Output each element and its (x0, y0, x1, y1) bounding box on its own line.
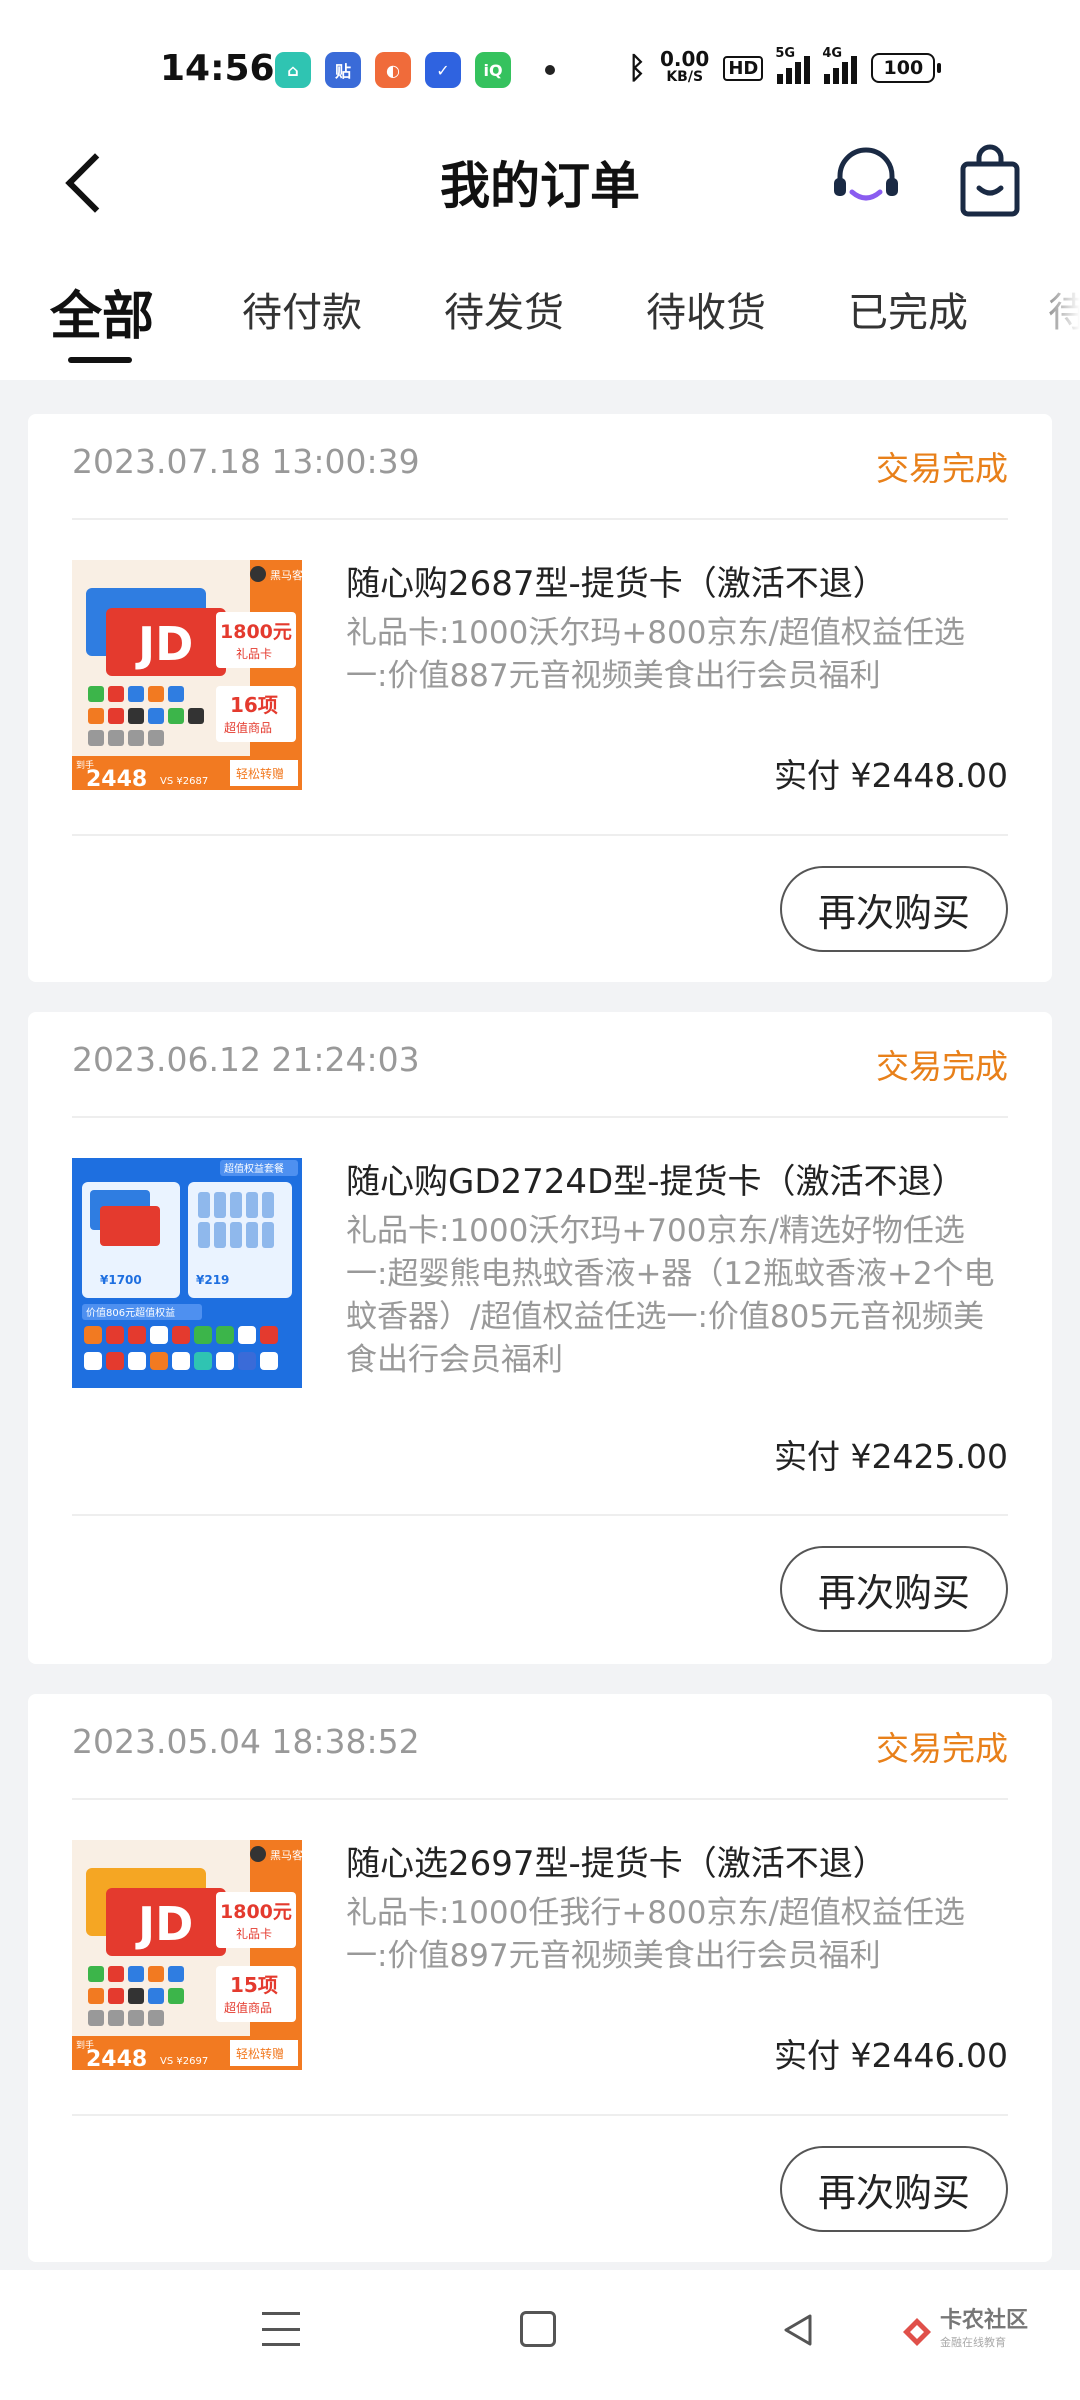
watermark-subtext: 金融在线教育 (940, 2336, 1006, 2349)
thumb-slogan: 轻松转赠 (236, 766, 284, 781)
thumb-vs: VS ¥2687 (160, 776, 208, 787)
status-time: 14:56 (160, 48, 275, 89)
tab-all[interactable]: 全部 (50, 274, 154, 349)
shopping-bag-icon[interactable] (955, 142, 1025, 222)
home-icon[interactable] (520, 2311, 556, 2347)
battery-icon: 100 (871, 53, 942, 83)
divider (72, 1514, 1008, 1516)
svg-text:JD: JD (135, 617, 193, 671)
thumb-tag: 超值权益套餐 (224, 1162, 284, 1175)
thumb-card-amount: 1800元 (220, 1901, 292, 1923)
watermark: 卡农社区 金融在线教育 (900, 2310, 1028, 2354)
product-name[interactable]: 随心购2687型-提货卡（激活不退） (346, 556, 887, 605)
order-card[interactable]: 2023.06.12 21:24:03 交易完成 超值权益套餐 ¥1700 ¥2… (28, 1012, 1052, 1664)
thumb-count: 15项 (230, 1973, 278, 1997)
order-status: 交易完成 (876, 1729, 1008, 1768)
customer-service-icon[interactable] (826, 140, 906, 220)
divider (72, 834, 1008, 836)
home-app-icon: ⌂ (275, 52, 311, 88)
amount-paid: 实付 ¥2448.00 (774, 756, 1008, 795)
system-navigation-bar: 卡农社区 金融在线教育 (0, 2270, 1080, 2400)
thumb-card-amount: 1800元 (220, 621, 292, 643)
order-date: 2023.07.18 13:00:39 (72, 442, 420, 481)
thumb-price: 2448 (86, 2047, 147, 2070)
tabs-fade (1020, 240, 1080, 380)
iqiyi-app-icon: iQ (475, 52, 511, 88)
hd-icon: HD (723, 55, 764, 81)
svg-text:JD: JD (135, 1897, 193, 1951)
divider (72, 2114, 1008, 2116)
buy-again-button[interactable]: 再次购买 (780, 1546, 1008, 1632)
thumb-card-label: 礼品卡 (236, 1926, 272, 1941)
bluetooth-icon: ᛒ (628, 50, 646, 86)
network-speed-value: 0.00 (660, 47, 710, 71)
product-thumbnail[interactable]: 超值权益套餐 ¥1700 ¥219 价值806元超值权益 (72, 1158, 302, 1388)
signal-5g-icon: 5G (775, 46, 811, 84)
order-card[interactable]: 2023.05.04 18:38:52 交易完成 黑马客 JD 1800元 礼品… (28, 1694, 1052, 2262)
product-name[interactable]: 随心购GD2724D型-提货卡（激活不退） (346, 1154, 966, 1203)
product-description: 礼品卡:1000沃尔玛+700京东/精选好物任选一:超婴熊电热蚊香液+器（12瓶… (346, 1213, 995, 1378)
top-navigation-bar: 我的订单 (0, 130, 1080, 240)
status-bar: 14:56 ⌂ 贴 ◐ ✓ iQ ᛒ 0.00 KB/S HD 5G 4G 10… (0, 0, 1080, 130)
order-status-tabs: 全部 待付款 待发货 待收货 已完成 待 (0, 240, 1080, 380)
signal-5g-label: 5G (775, 46, 796, 61)
tab-pending-receipt[interactable]: 待收货 (646, 280, 766, 338)
amount-paid: 实付 ¥2425.00 (774, 1437, 1008, 1476)
thumb-count: 16项 (230, 693, 278, 717)
buy-again-button[interactable]: 再次购买 (780, 866, 1008, 952)
tab-completed[interactable]: 已完成 (848, 280, 968, 338)
shield-app-icon: ✓ (425, 52, 461, 88)
order-status: 交易完成 (876, 1047, 1008, 1086)
divider (72, 1798, 1008, 1800)
back-triangle-icon[interactable] (778, 2310, 818, 2350)
more-notifications-dot (545, 65, 555, 75)
signal-4g-label: 4G (822, 46, 843, 61)
thumb-count-label: 超值商品 (224, 2000, 272, 2015)
product-name[interactable]: 随心选2697型-提货卡（激活不退） (346, 1836, 887, 1885)
battery-level: 100 (883, 57, 924, 79)
active-tab-indicator (68, 357, 132, 363)
thumb-vs: VS ¥2697 (160, 2056, 208, 2067)
order-date: 2023.06.12 21:24:03 (72, 1040, 420, 1079)
network-speed-unit: KB/S (666, 69, 704, 85)
divider (72, 1116, 1008, 1118)
notification-icons: ⌂ 贴 ◐ ✓ iQ (275, 52, 555, 88)
thumb-brand: 黑马客 (270, 568, 302, 582)
tab-pending-shipment[interactable]: 待发货 (444, 280, 564, 338)
thumb-price: 2448 (86, 767, 147, 790)
signal-4g-icon: 4G (822, 46, 858, 84)
product-thumbnail[interactable]: 黑马客 JD 1800元 礼品卡 15项 超值商品 到手 2448 VS ¥26… (72, 1840, 302, 2070)
divider (72, 518, 1008, 520)
order-date: 2023.05.04 18:38:52 (72, 1722, 420, 1761)
thumb-card-label: 礼品卡 (236, 646, 272, 661)
thumb-count-label: 超值商品 (224, 720, 272, 735)
thumb-slogan: 轻松转赠 (236, 2046, 284, 2061)
order-status: 交易完成 (876, 449, 1008, 488)
thumb-brand: 黑马客 (270, 1848, 302, 1862)
watermark-logo-icon (903, 2318, 931, 2346)
status-indicators: ᛒ 0.00 KB/S HD 5G 4G 100 (628, 46, 942, 86)
buy-again-button[interactable]: 再次购买 (780, 2146, 1008, 2232)
thumb-benefit: 价值806元超值权益 (86, 1306, 175, 1319)
product-thumbnail[interactable]: 黑马客 JD 1800元 礼品卡 16项 超值商品 到手 2448 VS ¥26… (72, 560, 302, 790)
thumb-card-value: ¥1700 (100, 1273, 142, 1287)
tab-pending-payment[interactable]: 待付款 (242, 280, 362, 338)
amount-paid: 实付 ¥2446.00 (774, 2036, 1008, 2075)
product-description: 礼品卡:1000沃尔玛+800京东/超值权益任选一:价值887元音视频美食出行会… (346, 615, 965, 694)
browser-app-icon: ◐ (375, 52, 411, 88)
watermark-text: 卡农社区 (940, 2308, 1029, 2333)
tieba-app-icon: 贴 (325, 52, 361, 88)
order-card[interactable]: 2023.07.18 13:00:39 交易完成 黑马客 JD 1800元 礼品… (28, 414, 1052, 982)
page-title: 我的订单 (440, 157, 640, 215)
network-speed: 0.00 KB/S (660, 47, 710, 86)
menu-icon[interactable] (262, 2312, 300, 2346)
product-description: 礼品卡:1000任我行+800京东/超值权益任选一:价值897元音视频美食出行会… (346, 1895, 965, 1974)
thumb-gift-value: ¥219 (196, 1273, 229, 1287)
